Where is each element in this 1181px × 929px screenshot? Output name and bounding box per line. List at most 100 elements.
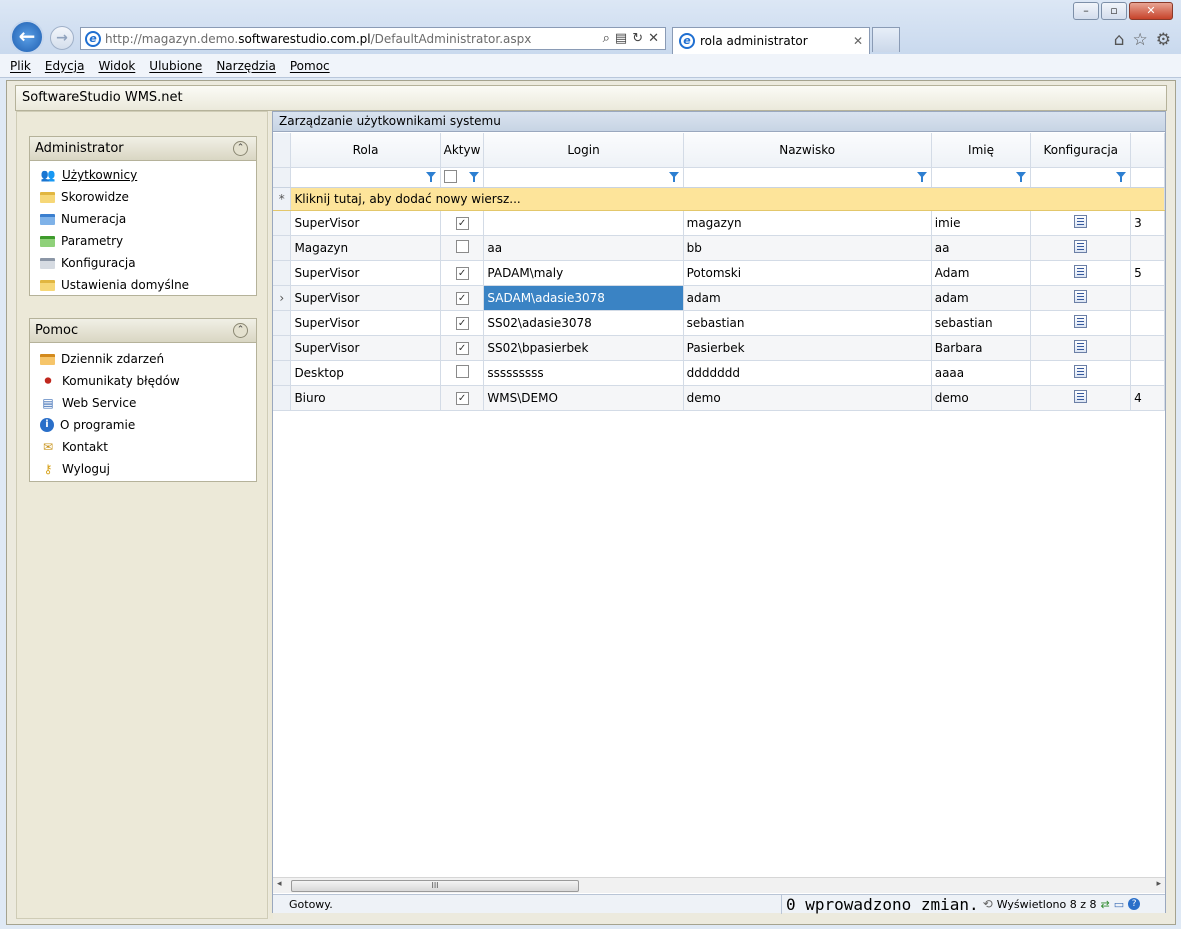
sidebar-item-kontakt[interactable]: ✉ Kontakt — [30, 436, 256, 458]
row-indicator[interactable] — [273, 335, 292, 361]
sidebar-item-uzytkownicy[interactable]: 👥 Użytkownicy — [30, 164, 256, 186]
menu-plik[interactable]: Plik — [10, 59, 31, 73]
cell-aktyw[interactable]: ✓ — [440, 260, 485, 286]
column-header-rola[interactable]: Rola — [290, 133, 441, 168]
filter-konfiguracja[interactable] — [1030, 167, 1132, 188]
close-window-button[interactable]: ✕ — [1129, 2, 1173, 20]
sidebar-item-komunikaty-bledow[interactable]: ⏺ Komunikaty błędów — [30, 370, 256, 392]
undo-changes-icon[interactable]: ⟲ — [983, 897, 993, 911]
table-row[interactable]: Biuro ✓ WMS\DEMO demo demo 4 — [273, 385, 1165, 411]
column-header-konfiguracja[interactable]: Konfiguracja — [1030, 133, 1132, 168]
filter-login[interactable] — [483, 167, 684, 188]
filter-icon[interactable] — [1116, 171, 1127, 182]
maximize-button[interactable]: ▫ — [1101, 2, 1127, 20]
cell-imie[interactable]: aaaa — [931, 360, 1032, 386]
compat-view-icon[interactable]: ▤ — [615, 31, 627, 46]
help-icon[interactable]: ? — [1128, 898, 1141, 910]
cell-aktyw[interactable]: ✓ — [440, 385, 485, 411]
cell-login[interactable]: SADAM\adasie3078 — [483, 285, 684, 311]
aktyw-checkbox[interactable]: ✓ — [455, 317, 469, 330]
browser-tab[interactable]: e rola administrator ✕ — [672, 27, 870, 54]
cell-login[interactable] — [483, 210, 684, 236]
cell-rola[interactable]: Biuro — [290, 385, 441, 411]
cell-konfiguracja[interactable] — [1030, 285, 1132, 311]
row-indicator[interactable] — [273, 210, 292, 236]
configuration-icon[interactable] — [1074, 314, 1088, 328]
configuration-icon[interactable] — [1074, 264, 1088, 278]
cell-aktyw[interactable]: ✓ — [440, 285, 485, 311]
cell-konfiguracja[interactable] — [1030, 310, 1132, 336]
collapse-help-icon[interactable]: ⌃ — [233, 323, 248, 338]
aktyw-checkbox[interactable] — [455, 364, 469, 378]
cell-imie[interactable]: adam — [931, 285, 1032, 311]
table-row[interactable]: SuperVisor ✓ SS02\adasie3078 sebastian sebas… — [273, 310, 1165, 336]
cell-login[interactable]: SS02\bpasierbek — [483, 335, 684, 361]
configuration-icon[interactable] — [1074, 239, 1088, 253]
column-header-imie[interactable]: Imię — [931, 133, 1032, 168]
cell-login[interactable]: aa — [483, 235, 684, 261]
sidebar-item-o-programie[interactable]: i O programie — [30, 414, 256, 436]
url-text[interactable]: http://magazyn.demo.softwarestudio.com.p… — [105, 32, 603, 46]
cell-nazwisko[interactable]: bb — [683, 235, 932, 261]
sidebar-item-numeracja[interactable]: Numeracja — [30, 208, 256, 230]
row-indicator[interactable]: › — [273, 285, 292, 311]
cell-aktyw[interactable]: ✓ — [440, 310, 485, 336]
gear-icon[interactable]: ⚙ — [1156, 30, 1171, 50]
sidebar-item-wyloguj[interactable]: ⚷ Wyloguj — [30, 458, 256, 480]
aktyw-checkbox[interactable]: ✓ — [455, 392, 469, 405]
table-row[interactable]: › SuperVisor ✓ SADAM\adasie3078 adam adam — [273, 285, 1165, 311]
column-header-aktyw[interactable]: Aktyw — [440, 133, 485, 168]
menu-edycja[interactable]: Edycja — [45, 59, 85, 73]
cell-rola[interactable]: SuperVisor — [290, 285, 441, 311]
aktyw-checkbox[interactable]: ✓ — [455, 342, 469, 355]
cell-login[interactable]: PADAM\maly — [483, 260, 684, 286]
back-button[interactable]: ← — [10, 20, 44, 54]
column-header-nazwisko[interactable]: Nazwisko — [683, 133, 932, 168]
aktyw-checkbox[interactable] — [455, 239, 469, 253]
refresh-icon[interactable]: ↻ — [632, 31, 643, 46]
aktyw-checkbox[interactable]: ✓ — [455, 292, 469, 305]
table-row[interactable]: SuperVisor ✓ SS02\bpasierbek Pasierbek Barba… — [273, 335, 1165, 361]
filter-imie[interactable] — [931, 167, 1032, 188]
cell-konfiguracja[interactable] — [1030, 385, 1132, 411]
cell-imie[interactable]: imie — [931, 210, 1032, 236]
collapse-admin-icon[interactable]: ⌃ — [233, 141, 248, 156]
cell-imie[interactable]: Adam — [931, 260, 1032, 286]
forward-button[interactable]: → — [50, 26, 74, 50]
cell-rola[interactable]: Magazyn — [290, 235, 441, 261]
stop-icon[interactable]: ✕ — [648, 31, 659, 46]
filter-rola[interactable] — [290, 167, 441, 188]
cell-aktyw[interactable]: ✓ — [440, 335, 485, 361]
export-icon[interactable]: ▭ — [1114, 898, 1124, 911]
admin-pane-header[interactable]: Administrator ⌃ — [30, 137, 256, 161]
sidebar-item-konfiguracja[interactable]: Konfiguracja — [30, 252, 256, 274]
cell-nazwisko[interactable]: Pasierbek — [683, 335, 932, 361]
close-tab-icon[interactable]: ✕ — [853, 34, 863, 48]
configuration-icon[interactable] — [1074, 214, 1088, 228]
row-indicator[interactable] — [273, 310, 292, 336]
sidebar-item-parametry[interactable]: Parametry — [30, 230, 256, 252]
refresh-grid-icon[interactable]: ⇄ — [1101, 898, 1110, 911]
help-pane-header[interactable]: Pomoc ⌃ — [30, 319, 256, 343]
horizontal-scrollbar[interactable]: ◂ III ▸ — [273, 877, 1165, 893]
add-new-row[interactable]: * Kliknij tutaj, aby dodać nowy wiersz..… — [273, 187, 1165, 211]
scroll-left-icon[interactable]: ◂ — [277, 879, 282, 889]
cell-imie[interactable]: aa — [931, 235, 1032, 261]
table-row[interactable]: Magazyn aa bb aa — [273, 235, 1165, 261]
cell-konfiguracja[interactable] — [1030, 260, 1132, 286]
sidebar-item-skorowidze[interactable]: Skorowidze — [30, 186, 256, 208]
column-header-login[interactable]: Login — [483, 133, 684, 168]
scroll-right-icon[interactable]: ▸ — [1156, 879, 1161, 889]
configuration-icon[interactable] — [1074, 289, 1088, 303]
cell-nazwisko[interactable]: Potomski — [683, 260, 932, 286]
menu-ulubione[interactable]: Ulubione — [149, 59, 202, 73]
cell-konfiguracja[interactable] — [1030, 235, 1132, 261]
filter-nazwisko[interactable] — [683, 167, 932, 188]
cell-konfiguracja[interactable] — [1030, 210, 1132, 236]
favorites-star-icon[interactable]: ☆ — [1133, 30, 1148, 50]
aktyw-checkbox[interactable]: ✓ — [455, 267, 469, 280]
sidebar-item-ustawienia-domyslne[interactable]: Ustawienia domyślne — [30, 274, 256, 296]
cell-konfiguracja[interactable] — [1030, 360, 1132, 386]
cell-nazwisko[interactable]: demo — [683, 385, 932, 411]
cell-rola[interactable]: Desktop — [290, 360, 441, 386]
